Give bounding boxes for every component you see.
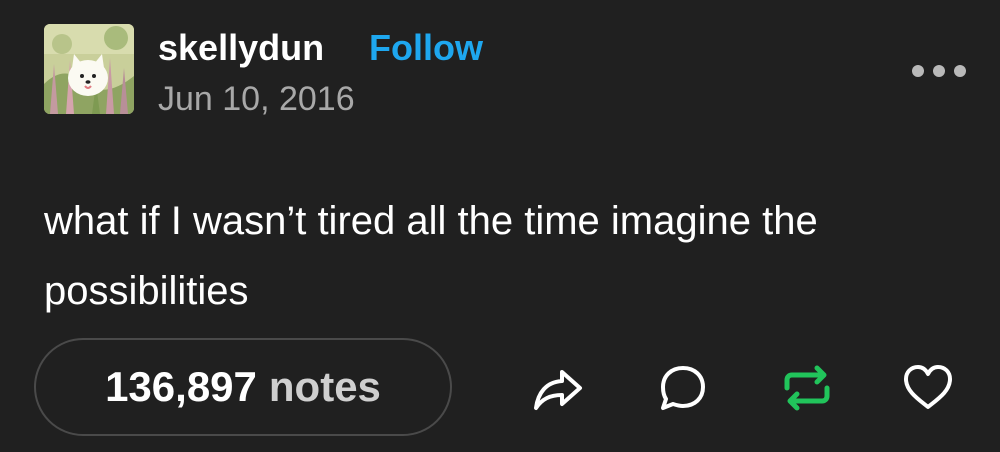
post-body: what if I wasn’t tired all the time imag… bbox=[44, 199, 818, 313]
notes-label: notes bbox=[268, 363, 381, 410]
reply-icon[interactable] bbox=[655, 360, 711, 416]
follow-button[interactable]: Follow bbox=[369, 26, 483, 70]
share-icon[interactable] bbox=[530, 360, 586, 416]
avatar-image bbox=[44, 24, 134, 114]
notes-count: 136,897 bbox=[105, 363, 257, 410]
post: skellydun Follow Jun 10, 2016 what if I … bbox=[0, 0, 1000, 452]
username[interactable]: skellydun bbox=[158, 26, 324, 70]
avatar[interactable] bbox=[44, 24, 134, 114]
post-date[interactable]: Jun 10, 2016 bbox=[158, 79, 355, 119]
reblog-icon[interactable] bbox=[779, 360, 835, 416]
more-options-icon[interactable] bbox=[912, 58, 966, 84]
notes-button[interactable]: 136,897 notes bbox=[34, 338, 452, 436]
heart-icon[interactable] bbox=[900, 360, 956, 416]
